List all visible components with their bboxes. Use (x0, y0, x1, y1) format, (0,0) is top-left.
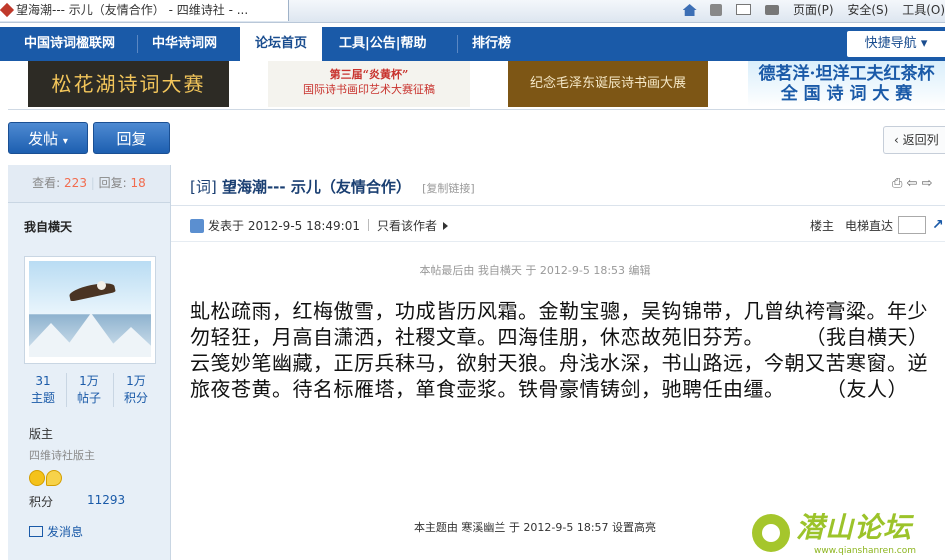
stats-divider: | (90, 176, 95, 190)
copy-link[interactable]: [复制链接] (422, 182, 475, 195)
browser-tab[interactable]: 望海潮--- 示儿（友情合作） - 四维诗社 - ... (0, 0, 289, 21)
new-post-button[interactable]: 发帖 ▾ (8, 122, 88, 154)
back-to-list-button[interactable]: ‹ 返回列 (883, 126, 945, 154)
replies-label: 回复: (98, 176, 127, 190)
envelope-icon (29, 526, 43, 537)
jump-to-floor-input[interactable] (898, 216, 926, 234)
page-menu[interactable]: 页面(P) (793, 3, 834, 17)
divider (8, 109, 945, 110)
banner-text: 松花湖诗词大赛 (51, 72, 206, 96)
safety-menu[interactable]: 安全(S) (847, 3, 888, 17)
posts-count: 1万 (79, 374, 99, 388)
post-meta: 发表于 2012-9-5 18:49:01 只看该作者 (190, 217, 449, 234)
jump-to-floor-label: 电梯直达 (845, 219, 894, 233)
main-nav: 中国诗词楹联网 中华诗词网 论坛首页 工具|公告|帮助 排行榜 快捷导航 ▾ (0, 27, 945, 61)
print-icon[interactable] (765, 5, 780, 15)
jump-go-icon[interactable]: ↗ (932, 216, 945, 234)
divider (171, 241, 945, 242)
points-label: 积分 (29, 495, 54, 509)
play-icon (443, 222, 449, 230)
home-icon[interactable] (682, 4, 697, 16)
topics-count: 31 (35, 374, 51, 388)
watermark-text: 潜山论坛 (796, 511, 913, 544)
quick-nav-label: 快捷导航 (864, 36, 917, 51)
posted-at: 发表于 2012-9-5 18:49:01 (208, 219, 360, 233)
banner-yanhuang-cup[interactable]: 第三届“炎黄杯” 国际诗书画印艺术大赛征稿 (268, 61, 470, 107)
print-icon[interactable]: ⎙ (892, 176, 902, 191)
thread-title: [词] 望海潮--- 示儿（友情合作） [复制链接] (190, 176, 475, 197)
banner-text: 第三届“炎黄杯” (329, 68, 409, 81)
edit-note: 本帖最后由 我自横天 于 2012-9-5 18:53 编辑 (419, 264, 651, 277)
feeds-icon[interactable] (710, 4, 723, 16)
site-favicon-icon (0, 2, 15, 18)
avatar[interactable] (24, 256, 156, 364)
thread-title-text: 望海潮--- 示儿（友情合作） (221, 178, 411, 196)
views-count: 223 (64, 176, 87, 190)
chevron-down-icon: ▾ (920, 36, 928, 51)
online-status-icon (190, 219, 204, 233)
new-post-label: 发帖 (28, 130, 59, 148)
thread-stats: 查看: 223 | 回复: 18 (8, 165, 170, 203)
post-body: 虬松疏雨，红梅傲雪，功成皆历风霜。金勒宝骢，吴钩锦带，几曾纨袴膏粱。年少勿轻狂，… (190, 298, 942, 402)
banner-text: 纪念毛泽东诞辰诗书画大展 (529, 76, 686, 91)
nav-item-china-poetry-couplet[interactable]: 中国诗词楹联网 (24, 27, 115, 61)
nav-divider (457, 35, 458, 53)
reply-button[interactable]: 回复 (93, 122, 170, 154)
browser-tab-title: 望海潮--- 示儿（友情合作） - 四维诗社 - ... (16, 3, 249, 17)
replies-count: 18 (130, 176, 146, 190)
banner-text: 国际诗书画印艺术大赛征稿 (303, 83, 435, 96)
tools-menu[interactable]: 工具(O) (902, 3, 945, 17)
mail-icon[interactable] (736, 4, 752, 15)
banner-text: 德茗洋·坦洋工夫红茶杯 (758, 64, 935, 84)
credits-count: 1万 (126, 374, 146, 388)
poem-paragraph: 云笺妙笔幽藏，正厉兵秣马，欲射天狼。舟浅水深，书山路远，今朝又苦寒窗。逆旅夜苍黄… (190, 351, 928, 401)
next-thread-icon[interactable]: ⇨ (922, 176, 933, 191)
prev-thread-icon[interactable]: ⇦ (907, 176, 918, 191)
reply-label: 回复 (116, 130, 147, 148)
eagle-avatar-image (29, 261, 151, 357)
send-message-label: 发消息 (47, 525, 84, 539)
send-message-link[interactable]: 发消息 (29, 523, 83, 540)
back-label: 返回列 (902, 133, 939, 147)
topics-label: 主题 (30, 391, 55, 405)
banner-mao-exhibition[interactable]: 纪念毛泽东诞辰诗书画大展 (508, 61, 708, 107)
thread-tools: ⎙ ⇦ ⇨ (892, 176, 945, 191)
banner-songhua-lake[interactable]: 松花湖诗词大赛 (28, 61, 229, 107)
site-watermark: 潜山论坛 www.qianshanren.com (752, 510, 945, 560)
medals (29, 470, 63, 489)
nav-item-tools-notice-help[interactable]: 工具|公告|帮助 (339, 27, 427, 61)
nav-item-chinese-poetry[interactable]: 中华诗词网 (152, 27, 217, 61)
author-role: 版主 (29, 427, 54, 441)
nav-item-forum-home[interactable]: 论坛首页 (240, 27, 322, 61)
chevron-down-icon: ▾ (62, 136, 68, 147)
eagle-icon (68, 280, 116, 302)
thread-tag[interactable]: [词] (190, 178, 217, 196)
author-posts[interactable]: 1万 帖子 (65, 373, 113, 407)
watermark-logo-icon (752, 514, 790, 552)
meta-divider (368, 219, 369, 231)
chevron-left-icon: ‹ (894, 133, 903, 147)
points-value: 11293 (87, 493, 126, 507)
nav-item-rankings[interactable]: 排行榜 (472, 27, 511, 61)
floor-label: 楼主 (810, 219, 835, 233)
quick-nav-button[interactable]: 快捷导航 ▾ (847, 31, 945, 57)
banner-tea-cup-contest[interactable]: 德茗洋·坦洋工夫红茶杯 全 国 诗 词 大 赛 (748, 61, 945, 107)
nav-divider (137, 35, 138, 53)
divider (171, 205, 945, 206)
browser-command-bar: 页面(P) 安全(S) 工具(O) (673, 0, 945, 21)
views-label: 查看: (32, 176, 61, 190)
credits-label: 积分 (123, 391, 148, 405)
watermark-url: www.qianshanren.com (814, 546, 916, 556)
author-credits[interactable]: 1万 积分 (112, 373, 160, 407)
poem-paragraph: 虬松疏雨，红梅傲雪，功成皆历风霜。金勒宝骢，吴钩锦带，几曾纨袴膏粱。年少勿轻狂，… (190, 299, 929, 349)
author-topics[interactable]: 31 主题 (19, 373, 67, 407)
banner-text: 全 国 诗 词 大 赛 (780, 84, 913, 104)
posts-label: 帖子 (76, 391, 101, 405)
author-role-detail: 四维诗社版主 (29, 449, 95, 462)
moon-medal-icon (46, 470, 62, 486)
smiley-medal-icon (29, 470, 45, 486)
only-author-link[interactable]: 只看该作者 (377, 219, 437, 233)
author-name[interactable]: 我自横天 (24, 218, 72, 235)
